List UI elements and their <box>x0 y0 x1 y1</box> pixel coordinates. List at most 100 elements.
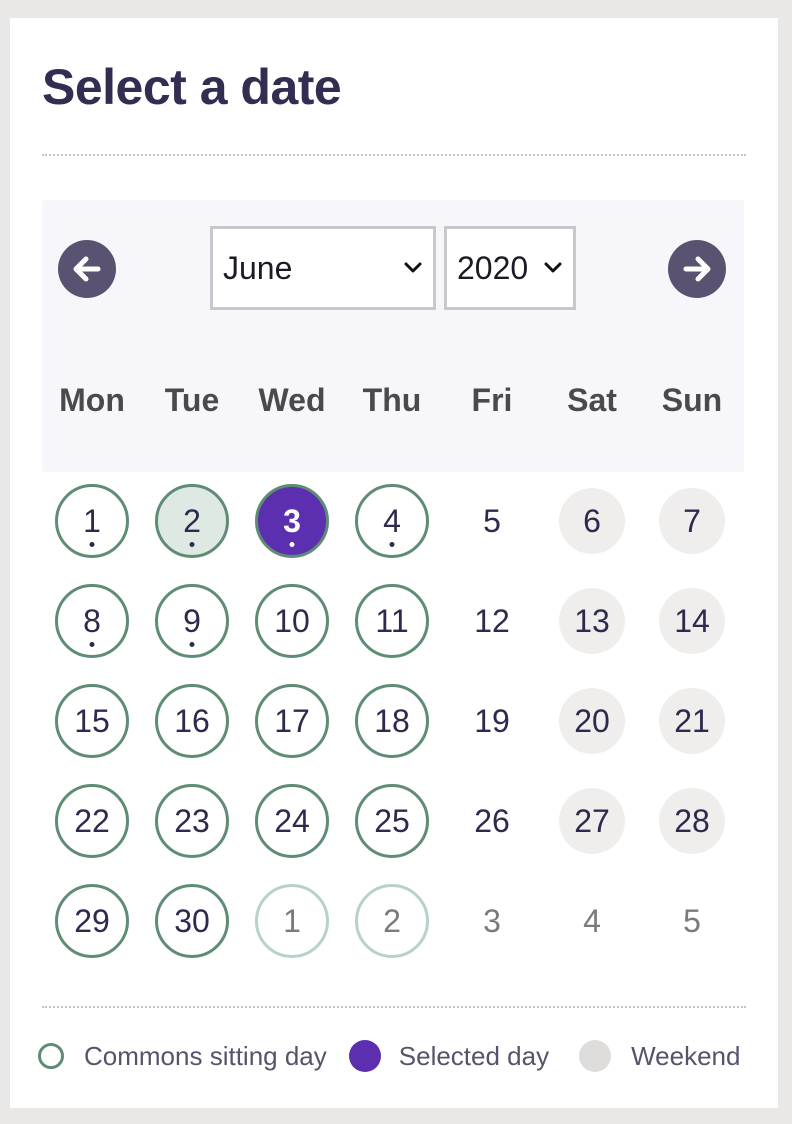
day-number: 29 <box>74 902 110 939</box>
day-number: 9 <box>183 602 201 639</box>
business-indicator-dot <box>289 542 295 547</box>
day-number: 26 <box>474 802 510 839</box>
day-cell[interactable]: 1 <box>55 484 129 558</box>
month-select-value: June <box>223 249 293 286</box>
day-number: 2 <box>183 502 201 539</box>
day-cell[interactable]: 2 <box>155 484 229 558</box>
day-cell[interactable]: 28 <box>659 788 725 854</box>
day-number: 12 <box>474 602 510 639</box>
day-cell[interactable]: 21 <box>659 688 725 754</box>
day-number: 27 <box>574 802 610 839</box>
day-number: 13 <box>574 602 610 639</box>
arrow-left-icon <box>73 256 101 282</box>
year-select-value: 2020 <box>457 249 529 286</box>
day-cell[interactable]: 24 <box>255 784 329 858</box>
weekday-tue: Tue <box>164 382 220 418</box>
day-number: 11 <box>375 602 409 639</box>
day-cell[interactable]: 19 <box>455 684 529 758</box>
day-cell[interactable]: 4 <box>355 484 429 558</box>
legend-sitting-swatch <box>38 1043 64 1069</box>
day-number: 23 <box>174 802 210 839</box>
day-number: 6 <box>583 502 601 539</box>
business-indicator-dot <box>189 642 195 647</box>
day-number: 30 <box>174 902 210 939</box>
day-cell[interactable]: 7 <box>659 488 725 554</box>
day-cell[interactable]: 10 <box>255 584 329 658</box>
next-month-button[interactable] <box>668 240 726 298</box>
day-cell[interactable]: 14 <box>659 588 725 654</box>
day-number: 28 <box>674 802 710 839</box>
weekday-sat: Sat <box>567 382 617 418</box>
day-number: 5 <box>683 902 701 939</box>
calendar-header: June 2020 Mon Tue Wed Thu Fri Sat Sun <box>42 200 744 472</box>
day-cell[interactable]: 29 <box>55 884 129 958</box>
day-cell[interactable]: 1 <box>255 884 329 958</box>
day-cell[interactable]: 18 <box>355 684 429 758</box>
day-number: 4 <box>383 502 401 539</box>
day-cell[interactable]: 4 <box>555 884 629 958</box>
day-cell[interactable]: 16 <box>155 684 229 758</box>
day-number: 1 <box>283 902 301 939</box>
day-number: 25 <box>374 802 410 839</box>
chevron-down-icon <box>543 261 563 275</box>
weekday-fri: Fri <box>471 382 513 418</box>
divider <box>42 1006 746 1008</box>
chevron-down-icon <box>403 261 423 275</box>
legend: Commons sitting day Selected day Weekend <box>38 1036 758 1076</box>
day-number: 16 <box>174 702 210 739</box>
day-cell[interactable]: 17 <box>255 684 329 758</box>
business-indicator-dot <box>89 542 95 547</box>
business-indicator-dot <box>189 542 195 547</box>
day-cell[interactable]: 3 <box>455 884 529 958</box>
day-number: 19 <box>474 702 510 739</box>
day-cell[interactable]: 27 <box>559 788 625 854</box>
legend-selected-label: Selected day <box>398 1040 550 1071</box>
day-number: 15 <box>74 702 110 739</box>
day-number: 4 <box>583 902 601 939</box>
day-cell[interactable]: 20 <box>559 688 625 754</box>
day-cell[interactable]: 23 <box>155 784 229 858</box>
day-number: 2 <box>383 902 401 939</box>
day-cell[interactable]: 6 <box>559 488 625 554</box>
legend-weekend-label: Weekend <box>631 1040 741 1071</box>
year-select[interactable]: 2020 <box>444 226 576 310</box>
business-indicator-dot <box>89 642 95 647</box>
day-number: 22 <box>74 802 110 839</box>
day-cell[interactable]: 9 <box>155 584 229 658</box>
day-cell[interactable]: 5 <box>455 484 529 558</box>
day-number: 18 <box>374 702 410 739</box>
legend-weekend-swatch <box>579 1040 612 1072</box>
day-cell[interactable]: 5 <box>655 884 729 958</box>
weekday-wed: Wed <box>258 382 326 418</box>
day-cell[interactable]: 2 <box>355 884 429 958</box>
day-cell[interactable]: 11 <box>355 584 429 658</box>
previous-month-button[interactable] <box>58 240 116 298</box>
business-indicator-dot <box>389 542 395 547</box>
day-number: 7 <box>683 502 701 539</box>
day-cell-selected[interactable]: 3 <box>255 484 329 558</box>
weekday-mon: Mon <box>59 382 125 418</box>
divider <box>42 154 746 156</box>
day-cell[interactable]: 26 <box>455 784 529 858</box>
month-select[interactable]: June <box>210 226 436 310</box>
day-number: 5 <box>483 502 501 539</box>
day-number: 10 <box>274 602 310 639</box>
day-cell[interactable]: 15 <box>55 684 129 758</box>
day-cell[interactable]: 8 <box>55 584 129 658</box>
day-cell[interactable]: 22 <box>55 784 129 858</box>
legend-sitting-label: Commons sitting day <box>84 1040 327 1071</box>
arrow-right-icon <box>683 256 711 282</box>
day-cell[interactable]: 30 <box>155 884 229 958</box>
day-number: 14 <box>674 602 710 639</box>
day-number: 24 <box>274 802 310 839</box>
legend-selected-swatch <box>348 1040 381 1072</box>
day-number: 8 <box>83 602 101 639</box>
weekday-thu: Thu <box>362 382 422 418</box>
day-number: 17 <box>274 702 310 739</box>
day-cell[interactable]: 25 <box>355 784 429 858</box>
day-cell[interactable]: 12 <box>455 584 529 658</box>
day-number: 21 <box>674 702 710 739</box>
day-cell[interactable]: 13 <box>559 588 625 654</box>
day-number: 20 <box>574 702 610 739</box>
day-number: 3 <box>283 502 301 539</box>
